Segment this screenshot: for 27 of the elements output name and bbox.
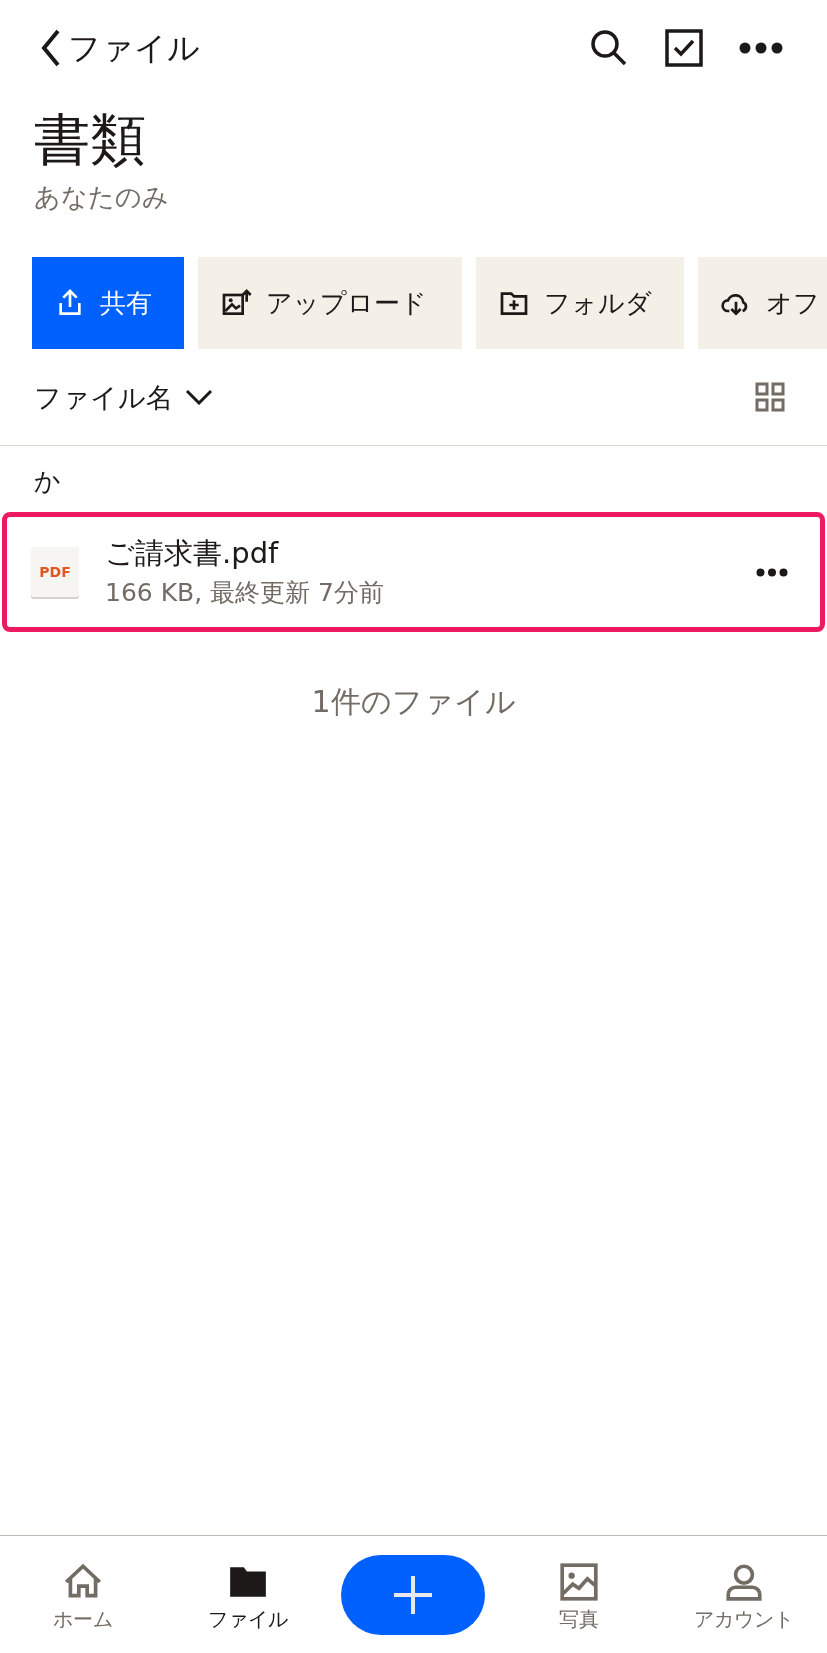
section-header: か xyxy=(33,465,62,498)
more-icon[interactable] xyxy=(739,41,783,54)
back-button[interactable]: ファイル xyxy=(40,27,200,68)
folder-button[interactable]: フォルダ xyxy=(476,257,684,349)
sharing-status: あなたのみ xyxy=(34,181,170,214)
search-icon[interactable] xyxy=(589,27,629,68)
file-name: ご請求書.pdf xyxy=(105,535,280,572)
nav-tab[interactable]: 写真 xyxy=(557,1560,600,1629)
pdf-file-icon: PDF xyxy=(31,547,79,597)
page-title: 書類 xyxy=(34,106,147,174)
more-icon[interactable] xyxy=(756,567,788,577)
plus-icon xyxy=(393,1574,434,1615)
share-button[interactable]: 共有 xyxy=(32,257,184,349)
nav-tab[interactable]: アカウント xyxy=(694,1560,795,1629)
checkbox-icon[interactable] xyxy=(665,28,703,67)
chevron-left-icon xyxy=(40,27,62,68)
chevron-down-icon xyxy=(185,389,213,405)
file-row[interactable]: PDF ご請求書.pdf 166 KB, 最終更新 7分前 xyxy=(2,512,825,632)
file-count: 1件のファイル xyxy=(310,683,517,721)
nav-tab[interactable]: ホーム xyxy=(52,1560,113,1629)
sort-button[interactable]: ファイル名 xyxy=(34,383,213,411)
file-details: 166 KB, 最終更新 7分前 xyxy=(105,577,385,609)
nav-tab[interactable]: ファイル xyxy=(208,1560,289,1629)
grid-view-icon[interactable] xyxy=(755,382,785,412)
image-icon xyxy=(557,1560,600,1603)
upload-button[interactable]: アップロード xyxy=(198,257,462,349)
offline-button[interactable]: オフ xyxy=(698,257,827,349)
